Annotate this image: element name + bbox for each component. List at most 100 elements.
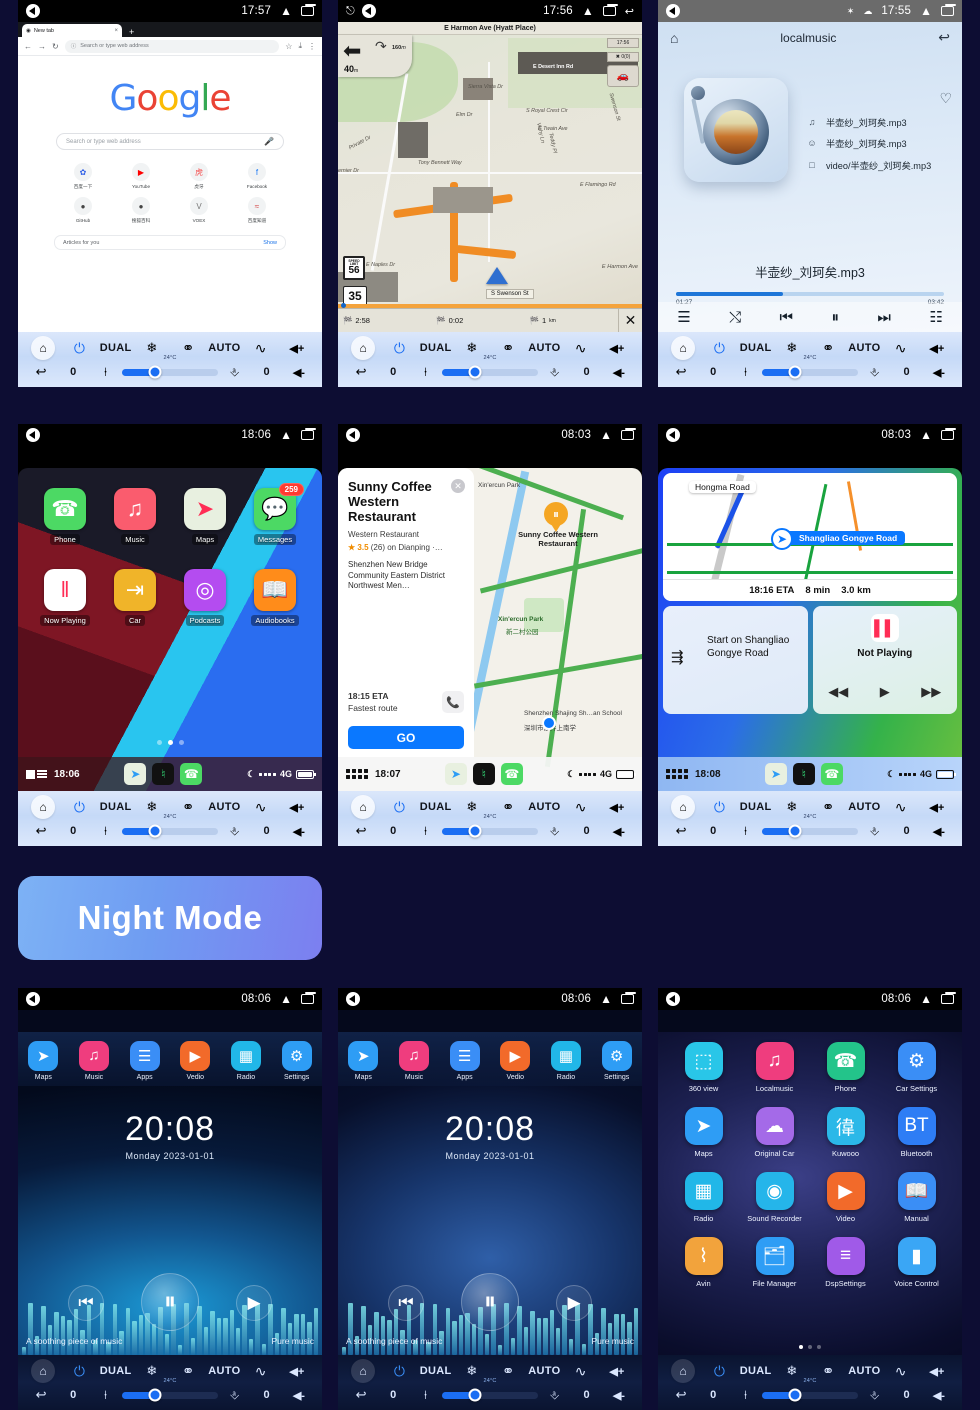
- rewind-icon[interactable]: ◀◀: [828, 684, 848, 700]
- auto-button[interactable]: AUTO: [848, 801, 880, 813]
- seat-icon[interactable]: ⍿: [744, 1388, 747, 1403]
- night-grid-app[interactable]: ▦ Radio: [668, 1172, 739, 1223]
- back-arrow-icon[interactable]: ↩: [356, 364, 367, 380]
- playlist-icon[interactable]: ☰: [677, 308, 690, 326]
- seat-icon[interactable]: ⍿: [424, 824, 427, 839]
- night-app[interactable]: ➤ Maps: [348, 1040, 379, 1081]
- recirculation-icon[interactable]: ⚭: [502, 339, 515, 357]
- play-icon[interactable]: ▶: [880, 684, 890, 700]
- new-tab-button[interactable]: +: [129, 28, 134, 37]
- shortcut-item[interactable]: ● 搜狐百科: [112, 197, 170, 224]
- auto-button[interactable]: AUTO: [528, 801, 560, 813]
- volume-up-icon[interactable]: ◀+: [609, 342, 624, 355]
- recirculation-icon[interactable]: ⚭: [822, 1362, 835, 1380]
- night-app[interactable]: ▶ Vedio: [180, 1040, 211, 1081]
- night-grid-app[interactable]: 🗂 File Manager: [739, 1237, 810, 1288]
- volume-down-icon[interactable]: ◀-: [613, 825, 625, 838]
- auto-button[interactable]: AUTO: [848, 1365, 880, 1377]
- recents-icon[interactable]: [621, 428, 636, 440]
- dock-app-icon[interactable]: ♮: [792, 763, 815, 785]
- back-icon[interactable]: ↩: [938, 29, 950, 46]
- directions-card[interactable]: ⇶ Start on Shangliao Gongye Road: [663, 606, 808, 714]
- shortcut-item[interactable]: V VOEX: [170, 197, 228, 224]
- snowflake-icon[interactable]: ❄: [146, 1363, 157, 1379]
- night-app[interactable]: ⚙ Settings: [601, 1040, 632, 1081]
- recirculation-icon[interactable]: ⚭: [822, 339, 835, 357]
- seat-heat-icon[interactable]: ⎀: [870, 824, 880, 839]
- favorite-icon[interactable]: ♡: [806, 90, 952, 107]
- nav-close-button[interactable]: ✕: [617, 309, 642, 332]
- fast-forward-icon[interactable]: ▶▶: [921, 684, 941, 700]
- night-grid-app[interactable]: ≡ DspSettings: [810, 1237, 881, 1288]
- home-button[interactable]: ⌂: [351, 336, 376, 360]
- home-button[interactable]: ⌂: [671, 1359, 696, 1383]
- dock-maps-icon[interactable]: ➤: [124, 763, 147, 785]
- seat-heat-icon[interactable]: ⎀: [550, 1388, 560, 1403]
- auto-button[interactable]: AUTO: [848, 342, 880, 354]
- shortcut-item[interactable]: ≈ 百度知道: [228, 197, 286, 224]
- volume-down-icon[interactable]: ◀-: [933, 825, 945, 838]
- seat-heat-icon[interactable]: ⎀: [230, 1388, 240, 1403]
- dock-phone-icon[interactable]: ☎: [500, 763, 523, 785]
- night-app[interactable]: ▦ Radio: [550, 1040, 581, 1081]
- night-app[interactable]: ▦ Radio: [230, 1040, 261, 1081]
- carplay-app[interactable]: ◎ Podcasts: [170, 569, 240, 626]
- page-dot[interactable]: [808, 1345, 812, 1349]
- chevron-up-icon[interactable]: ▲: [920, 993, 932, 1005]
- seat-heat-icon[interactable]: ⎀: [230, 365, 240, 380]
- snowflake-icon[interactable]: ❄: [466, 1363, 477, 1379]
- power-icon[interactable]: ⏻: [714, 1363, 725, 1380]
- home-button[interactable]: ⌂: [31, 795, 56, 819]
- nav-map[interactable]: E Harmon Ave (Hyatt Place) ⬅ ↷ 160m 40m …: [338, 22, 642, 332]
- night-grid-app[interactable]: 徫 Kuwooo: [810, 1107, 881, 1158]
- snowflake-icon[interactable]: ❄: [466, 340, 477, 356]
- recents-icon[interactable]: [301, 428, 316, 440]
- night-app[interactable]: ⚙ Settings: [281, 1040, 312, 1081]
- power-icon[interactable]: ⏻: [714, 799, 725, 816]
- shortcut-item[interactable]: f Facebook: [228, 163, 286, 190]
- fan-speed-slider[interactable]: [121, 365, 218, 379]
- volume-up-icon[interactable]: ◀+: [929, 1365, 944, 1378]
- nav-view-toggle[interactable]: 🚗: [607, 65, 639, 87]
- back-circle-icon[interactable]: [346, 992, 360, 1006]
- night-app[interactable]: ➤ Maps: [28, 1040, 59, 1081]
- app-list-icon[interactable]: [26, 769, 47, 779]
- volume-down-icon[interactable]: ◀-: [613, 366, 625, 379]
- fan-speed-slider[interactable]: [761, 824, 858, 838]
- carplay-app[interactable]: 💬 259 Messages: [240, 483, 310, 545]
- back-arrow-icon[interactable]: ↩: [356, 1387, 367, 1403]
- night-grid-app[interactable]: BT Bluetooth: [881, 1107, 952, 1158]
- chevron-up-icon[interactable]: ▲: [920, 5, 932, 17]
- seat-heat-icon[interactable]: ⎀: [870, 1388, 880, 1403]
- next-track-icon[interactable]: ▶: [556, 1285, 592, 1321]
- seat-icon[interactable]: ⍿: [104, 824, 107, 839]
- previous-track-icon[interactable]: ⏮: [388, 1285, 424, 1321]
- recents-icon[interactable]: [301, 992, 316, 1004]
- shortcut-item[interactable]: ✿ 百度一下: [54, 163, 112, 190]
- fan-speed-slider[interactable]: [761, 1388, 858, 1402]
- back-circle-icon[interactable]: [26, 992, 40, 1006]
- chevron-up-icon[interactable]: ▲: [280, 5, 292, 17]
- dual-button[interactable]: DUAL: [100, 1365, 132, 1377]
- dual-button[interactable]: DUAL: [740, 801, 772, 813]
- volume-down-icon[interactable]: ◀-: [933, 1389, 945, 1402]
- dock-app-icon[interactable]: ♮: [152, 763, 175, 785]
- power-icon[interactable]: ⏻: [714, 340, 725, 357]
- previous-track-icon[interactable]: ⏮: [68, 1285, 104, 1321]
- defrost-icon[interactable]: ∿: [895, 340, 907, 357]
- night-grid-app[interactable]: 📖 Manual: [881, 1172, 952, 1223]
- fan-speed-slider[interactable]: [441, 824, 538, 838]
- volume-up-icon[interactable]: ◀+: [929, 801, 944, 814]
- back-arrow-icon[interactable]: ↩: [356, 823, 367, 839]
- chevron-up-icon[interactable]: ▲: [582, 5, 594, 17]
- snowflake-icon[interactable]: ❄: [786, 799, 797, 815]
- volume-down-icon[interactable]: ◀-: [293, 825, 305, 838]
- address-input[interactable]: ⓘ Search or type web address: [64, 39, 280, 53]
- recents-icon[interactable]: [621, 992, 636, 1004]
- reload-icon[interactable]: ↻: [52, 42, 59, 51]
- recirculation-icon[interactable]: ⚭: [502, 1362, 515, 1380]
- recents-icon[interactable]: [941, 4, 956, 16]
- google-search-input[interactable]: Search or type web address 🎤: [56, 133, 284, 150]
- home-button[interactable]: ⌂: [351, 795, 376, 819]
- dock-app-icon[interactable]: ♮: [472, 763, 495, 785]
